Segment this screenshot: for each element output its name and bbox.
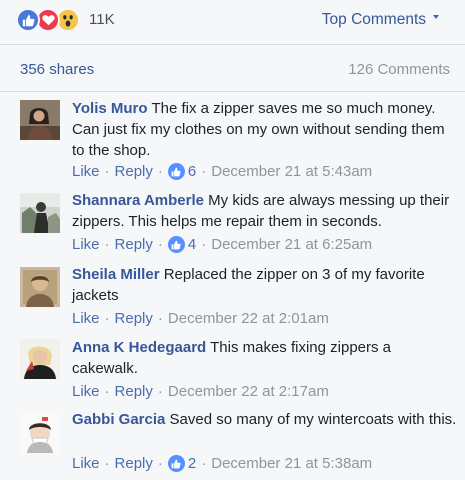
comment-count[interactable]: 126 Comments: [348, 61, 450, 78]
separator: ·: [201, 455, 207, 472]
comment-actions: Like · Reply · December 22 at 2:17am: [72, 383, 329, 400]
like-link[interactable]: Like: [72, 455, 100, 472]
comment-date[interactable]: December 21 at 5:43am: [211, 163, 372, 180]
separator: ·: [104, 236, 110, 253]
reply-link[interactable]: Reply: [115, 455, 153, 472]
separator: ·: [104, 383, 110, 400]
reply-link[interactable]: Reply: [115, 163, 153, 180]
comment-author[interactable]: Yolis Muro: [72, 100, 148, 117]
reaction-icons[interactable]: [16, 8, 80, 32]
reply-link[interactable]: Reply: [115, 383, 153, 400]
separator: ·: [104, 310, 110, 327]
comment-actions: Like · Reply · 6 · December 21 at 5:43am: [72, 163, 372, 180]
stats-row: 356 shares 126 Comments: [0, 45, 465, 91]
reaction-number[interactable]: 2: [188, 455, 196, 472]
reaction-number[interactable]: 6: [188, 163, 196, 180]
separator: ·: [201, 163, 207, 180]
separator: ·: [104, 163, 110, 180]
shares-link[interactable]: 356 shares: [20, 61, 94, 78]
separator: ·: [157, 236, 163, 253]
separator: ·: [157, 310, 163, 327]
reply-link[interactable]: Reply: [115, 236, 153, 253]
like-link[interactable]: Like: [72, 310, 100, 327]
separator: ·: [104, 455, 110, 472]
comment-author[interactable]: Anna K Hedegaard: [72, 339, 206, 356]
like-link[interactable]: Like: [72, 383, 100, 400]
comment-date[interactable]: December 21 at 5:38am: [211, 455, 372, 472]
separator: ·: [157, 163, 163, 180]
like-count-icon[interactable]: [167, 236, 185, 253]
comment-text: Gabbi Garcia Saved so many of my winterc…: [72, 409, 457, 430]
comment-text: Shannara Amberle My kids are always mess…: [72, 190, 457, 232]
comment-text: Anna K Hedegaard This makes fixing zippe…: [72, 337, 457, 379]
like-link[interactable]: Like: [72, 163, 100, 180]
like-count-icon[interactable]: [167, 455, 185, 472]
like-reaction-icon: [16, 8, 40, 32]
comment-actions: Like · Reply · 2 · December 21 at 5:38am: [72, 455, 372, 472]
like-link[interactable]: Like: [72, 236, 100, 253]
comment-date[interactable]: December 21 at 6:25am: [211, 236, 372, 253]
comment-text: Sheila Miller Replaced the zipper on 3 o…: [72, 264, 457, 306]
avatar[interactable]: [20, 339, 60, 379]
divider: [0, 91, 465, 92]
reactions-bar: 11K Top Comments: [0, 0, 465, 44]
avatar[interactable]: [20, 413, 60, 453]
comment-actions: Like · Reply · 4 · December 21 at 6:25am: [72, 236, 372, 253]
comment-text: Yolis Muro The fix a zipper saves me so …: [72, 98, 457, 161]
comment-date[interactable]: December 22 at 2:17am: [168, 383, 329, 400]
top-comments-label: Top Comments: [321, 11, 426, 28]
comment-author[interactable]: Sheila Miller: [72, 266, 160, 283]
comment-date[interactable]: December 22 at 2:01am: [168, 310, 329, 327]
top-comments-dropdown[interactable]: Top Comments: [322, 11, 439, 29]
separator: ·: [157, 383, 163, 400]
caret-down-icon: [433, 15, 439, 19]
comment-message: Saved so many of my wintercoats with thi…: [169, 411, 457, 428]
reaction-number[interactable]: 4: [188, 236, 196, 253]
reaction-count[interactable]: 11K: [89, 11, 115, 28]
avatar[interactable]: [20, 267, 60, 307]
like-count-icon[interactable]: [167, 163, 185, 180]
avatar[interactable]: [20, 100, 60, 140]
comment-author[interactable]: Shannara Amberle: [72, 192, 204, 209]
comment-author[interactable]: Gabbi Garcia: [72, 411, 165, 428]
reply-link[interactable]: Reply: [115, 310, 153, 327]
avatar[interactable]: [20, 193, 60, 233]
separator: ·: [201, 236, 207, 253]
comment-actions: Like · Reply · December 22 at 2:01am: [72, 310, 329, 327]
separator: ·: [157, 455, 163, 472]
